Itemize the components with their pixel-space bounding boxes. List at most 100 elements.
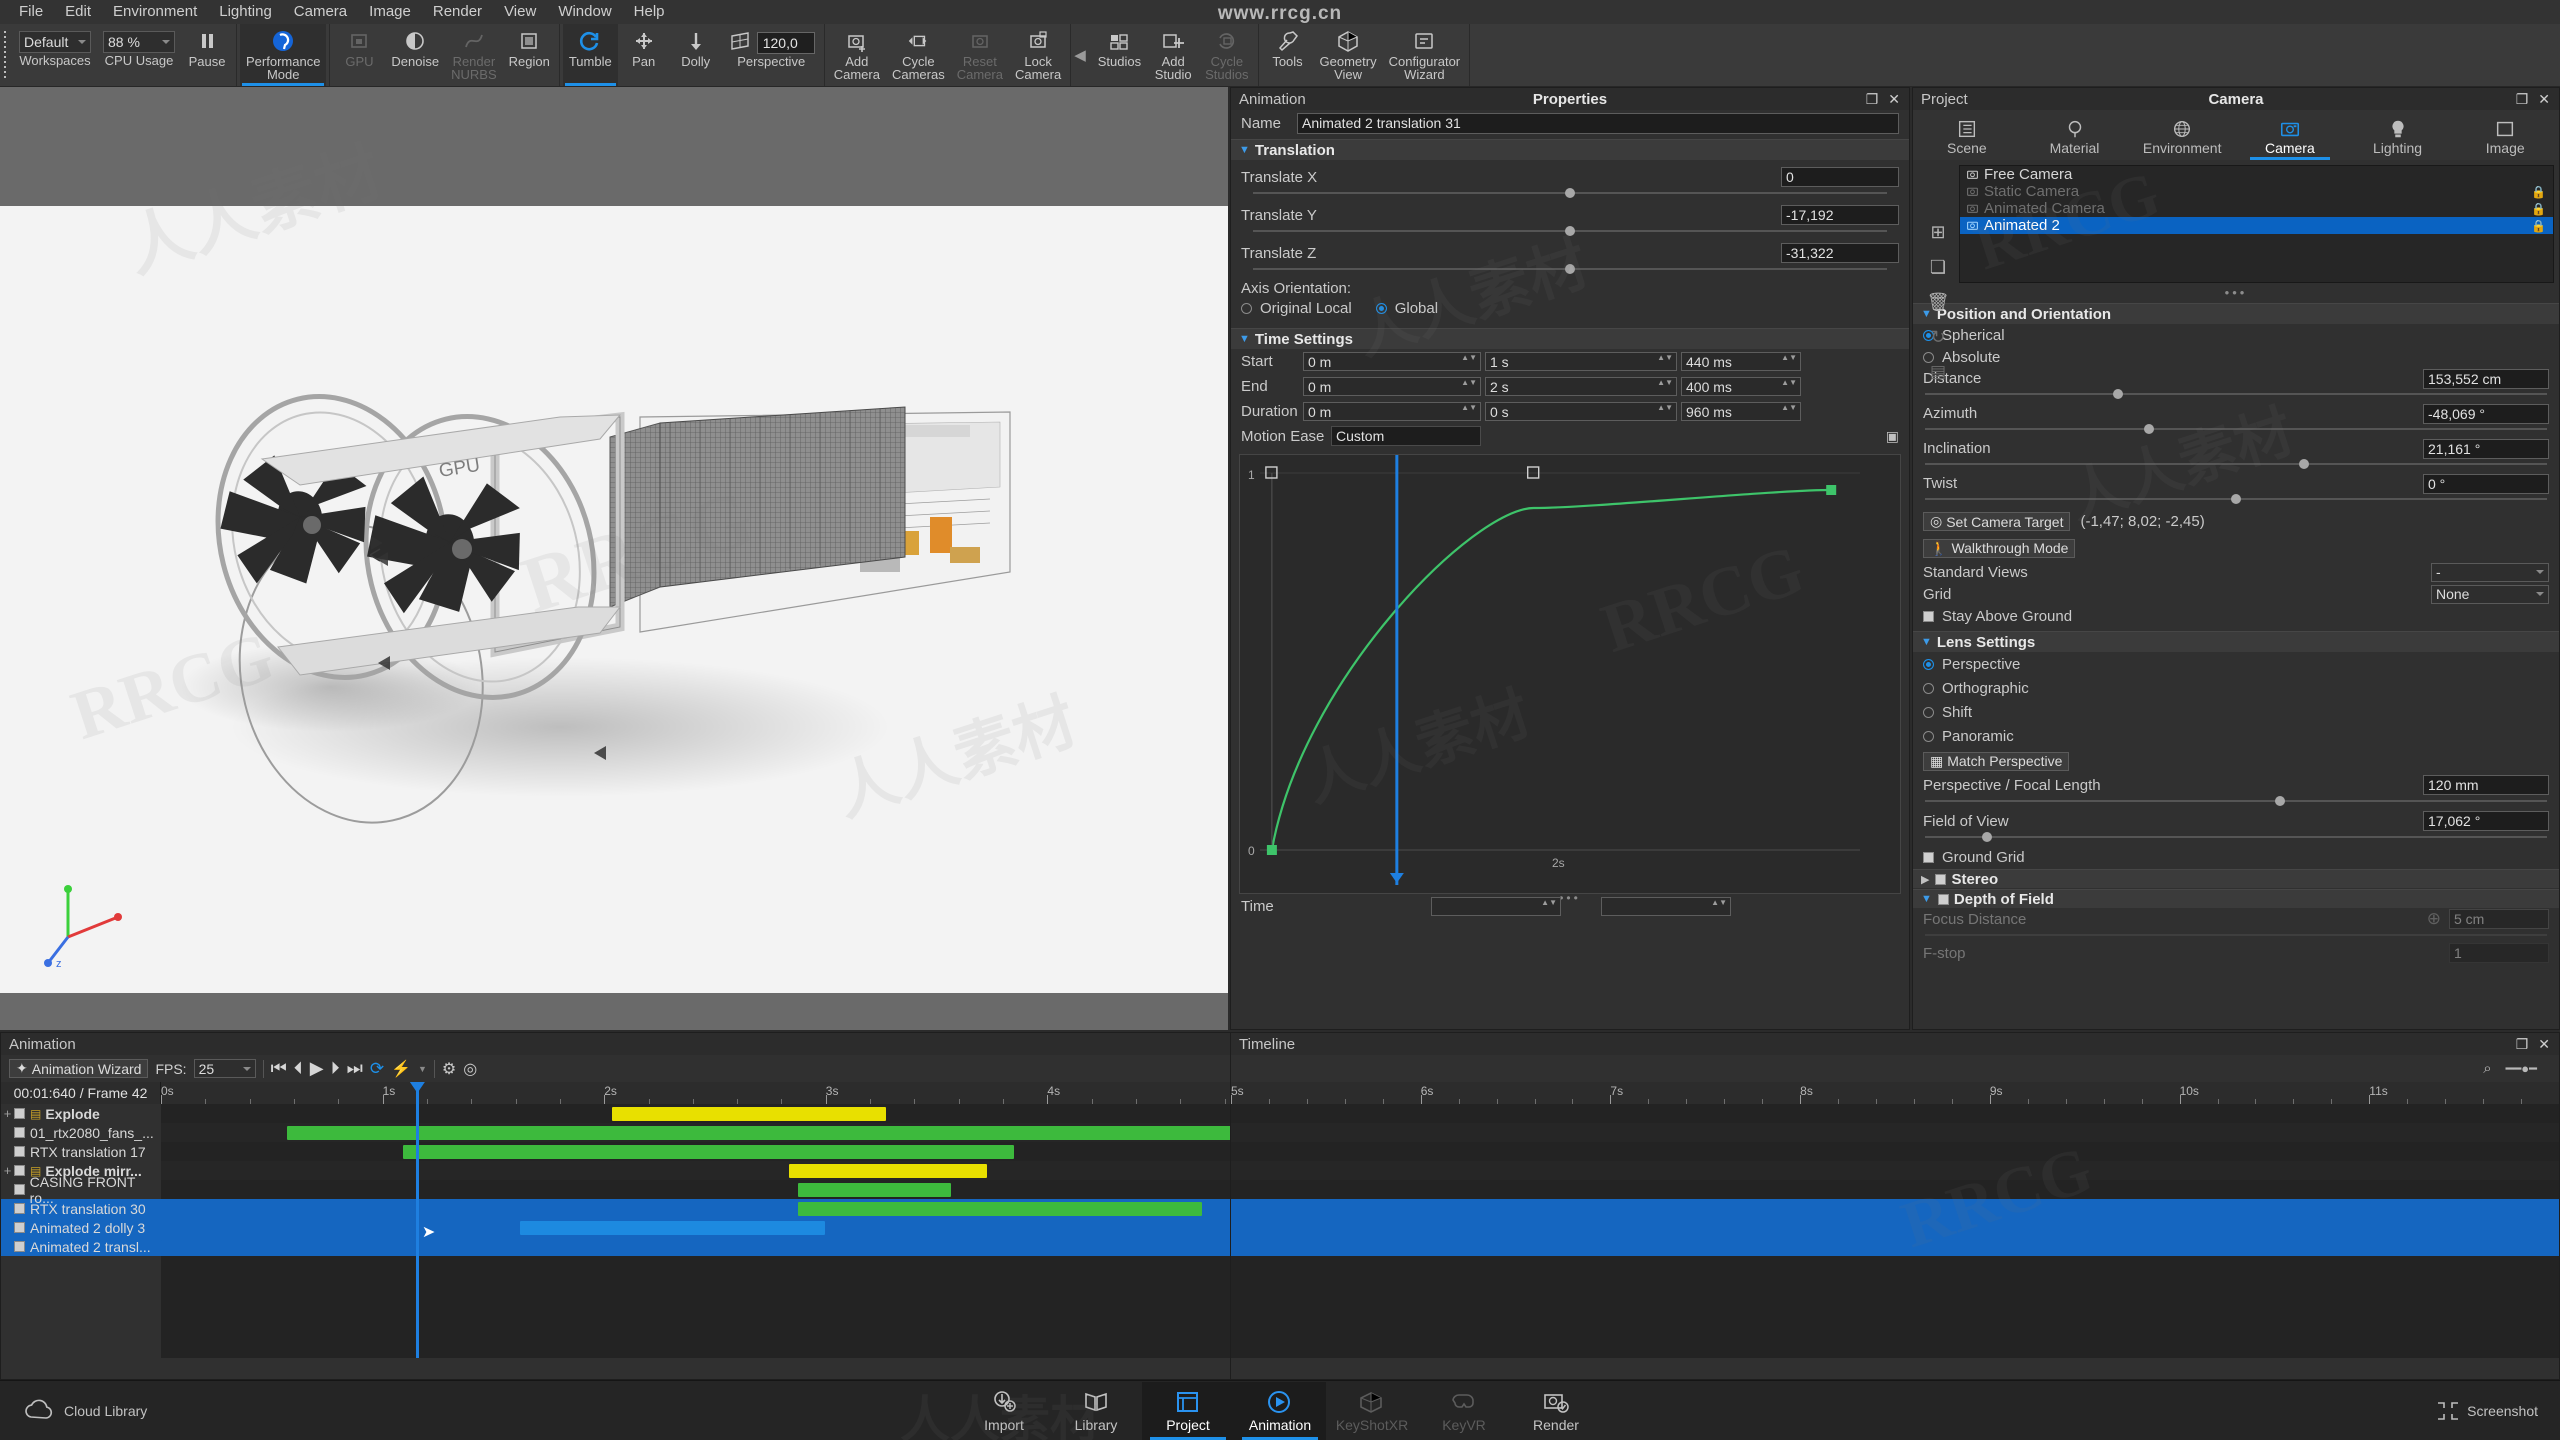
menu-item-help[interactable]: Help [623, 0, 676, 24]
timeline-row[interactable] [161, 1180, 1269, 1199]
undock-icon[interactable]: ❐ [2516, 92, 2529, 106]
toolbar-button-denoise[interactable]: Denoise [385, 24, 445, 86]
toolbar-button-add-studio[interactable]: Add Studio [1147, 24, 1199, 86]
undock-icon[interactable]: ❐ [1866, 92, 1879, 106]
skip-end-icon[interactable]: ⏭ [347, 1058, 363, 1079]
set-camera-target-button[interactable]: ◎ Set Camera Target [1923, 512, 2071, 531]
timeline-row[interactable] [1231, 1123, 2559, 1142]
slider-knob[interactable] [2112, 389, 2123, 399]
toolbar-button-cpu-usage[interactable]: 88 % CPU Usage [97, 24, 181, 86]
camera-slider-input[interactable]: -48,069 ° [2423, 403, 2549, 424]
properties-tab-label[interactable]: Animation [1231, 91, 1306, 108]
slider-knob[interactable] [2299, 459, 2310, 469]
curve-resize-grip[interactable]: ••• [1240, 891, 1900, 905]
toolbar-button-tools[interactable]: Tools [1262, 24, 1314, 86]
camera-slider-input[interactable]: 0 ° [2423, 473, 2549, 494]
time-millis-field[interactable]: 440 ms ▲▼ [1681, 352, 1801, 371]
track-header-row[interactable]: Animated 2 transl... [1, 1237, 161, 1256]
undock-icon[interactable]: ❐ [2516, 1037, 2529, 1051]
toolbar-button-pan[interactable]: Pan [618, 24, 670, 86]
translate-slider[interactable] [1253, 226, 1887, 236]
timeline-track-area-right[interactable] [1231, 1104, 2559, 1358]
zoom-slider-icon[interactable]: ━━●━ [2506, 1061, 2537, 1077]
translate-slider[interactable] [1253, 264, 1887, 274]
stay-above-ground-checkbox[interactable] [1923, 610, 1934, 622]
toolbar-button-studios[interactable]: Studios [1092, 24, 1147, 86]
time-seconds-field[interactable]: 0 s ▲▼ [1485, 402, 1677, 421]
track-visibility-checkbox[interactable] [14, 1203, 25, 1214]
slider-knob[interactable] [2274, 796, 2285, 806]
close-icon[interactable]: ✕ [1888, 92, 1900, 106]
timeline-row[interactable] [1231, 1199, 2559, 1218]
field-of-view-slider[interactable] [1925, 832, 2547, 842]
time-minutes-field[interactable]: 0 m ▲▼ [1303, 377, 1481, 396]
depth-of-field-section-header[interactable]: ▼ Depth of Field [1913, 889, 2559, 908]
camera-list[interactable]: Free Camera Static Camera 🔒 Animated Came… [1959, 165, 2554, 283]
perspective-value-field[interactable]: 120,0 [756, 31, 815, 54]
name-input[interactable]: Animated 2 translation 31 [1297, 112, 1899, 134]
play-icon[interactable]: ▶ [310, 1058, 324, 1079]
bottom-nav-animation[interactable]: Animation [1234, 1381, 1326, 1440]
timeline-row[interactable] [1231, 1180, 2559, 1199]
menu-item-window[interactable]: Window [547, 0, 622, 24]
lens-settings-section-header[interactable]: ▼ Lens Settings [1913, 631, 2559, 652]
timeline-clip[interactable] [519, 1220, 826, 1235]
project-tab-scene[interactable]: Scene [1913, 110, 2021, 160]
timeline-track-area[interactable]: ➤ [161, 1082, 1956, 1358]
timeline-clip[interactable] [789, 1163, 987, 1178]
track-visibility-checkbox[interactable] [14, 1241, 25, 1252]
menu-item-camera[interactable]: Camera [283, 0, 358, 24]
slider-knob[interactable] [2143, 424, 2154, 434]
curve-canvas[interactable]: 0 1 2s [1240, 455, 1880, 885]
step-back-icon[interactable]: ⏴ [294, 1058, 303, 1079]
cloud-library-button[interactable]: Cloud Library [0, 1398, 300, 1424]
project-tab-image[interactable]: Image [2451, 110, 2559, 160]
render-animation-icon[interactable]: ⚡ [391, 1059, 411, 1079]
animation-wizard-button[interactable]: ✦ Animation Wizard [9, 1059, 149, 1078]
toolbar-button-region[interactable]: Region [503, 24, 556, 86]
timeline-row[interactable] [1231, 1218, 2559, 1237]
radio-orthographic[interactable] [1923, 682, 1934, 694]
slider-knob[interactable] [1565, 264, 1575, 274]
radio-global[interactable] [1375, 302, 1387, 314]
slider-knob[interactable] [1565, 188, 1575, 198]
workspaces-select[interactable]: Default [19, 31, 91, 53]
animation-timeline-area[interactable]: 0s 1s 2s 3s 4s ➤ [161, 1082, 1956, 1358]
time-in-field[interactable]: ▲▼ [1431, 896, 1561, 916]
animation-curve-editor[interactable]: 0 1 2s ••• [1239, 454, 1901, 905]
lock-icon[interactable]: 🔒 [2531, 219, 2546, 233]
timeline-row[interactable] [161, 1161, 1269, 1180]
ground-grid-checkbox[interactable] [1923, 851, 1934, 863]
timeline-clip[interactable] [798, 1201, 1203, 1216]
radio-perspective[interactable] [1923, 658, 1934, 670]
close-icon[interactable]: ✕ [2538, 92, 2550, 106]
lock-icon[interactable]: 🔒 [2531, 185, 2546, 199]
camera-list-item[interactable]: Animated 2 🔒 [1960, 217, 2553, 234]
track-header-row[interactable]: 01_rtx2080_fans_... [1, 1123, 161, 1142]
track-visibility-checkbox[interactable] [14, 1165, 25, 1176]
save-camera-icon[interactable]: ▤ [1930, 362, 1946, 382]
track-header-row[interactable]: CASING FRONT ro... [1, 1174, 161, 1206]
toolbar-button-lock-camera[interactable]: Lock Camera [1009, 24, 1067, 86]
toolbar-button-add-camera[interactable]: Add Camera [828, 24, 886, 86]
camera-list-item[interactable]: Static Camera 🔒 [1960, 183, 2553, 200]
bottom-nav-render[interactable]: Render [1510, 1382, 1602, 1440]
toolbar-button-configurator-wizard[interactable]: Configurator Wizard [1383, 24, 1467, 86]
track-visibility-checkbox[interactable] [14, 1146, 25, 1157]
toolbar-button-cycle-cameras[interactable]: Cycle Cameras [886, 24, 951, 86]
menu-item-view[interactable]: View [493, 0, 547, 24]
timeline-clip[interactable] [286, 1125, 1247, 1140]
timeline-ruler-right[interactable]: 5s 6s 7s 8s 9s 10s 11s [1231, 1082, 2559, 1104]
project-tab-camera[interactable]: Camera [2236, 110, 2344, 160]
stereo-section-header[interactable]: ▶ Stereo [1913, 869, 2559, 888]
bottom-nav-import[interactable]: Import [958, 1382, 1050, 1440]
translation-section-header[interactable]: ▼ Translation [1231, 139, 1909, 160]
toolbar-button-workspaces[interactable]: Default Workspaces [13, 24, 97, 86]
camera-slider[interactable] [1925, 494, 2547, 504]
time-millis-field[interactable]: 400 ms ▲▼ [1681, 377, 1801, 396]
curve-presets-icon[interactable]: ▣ [1886, 428, 1899, 445]
translate-input[interactable]: -31,322 [1781, 243, 1899, 263]
radio-original-local[interactable] [1241, 302, 1252, 314]
position-orientation-section-header[interactable]: ▼ Position and Orientation [1913, 303, 2559, 324]
track-visibility-checkbox[interactable] [13, 1184, 25, 1195]
